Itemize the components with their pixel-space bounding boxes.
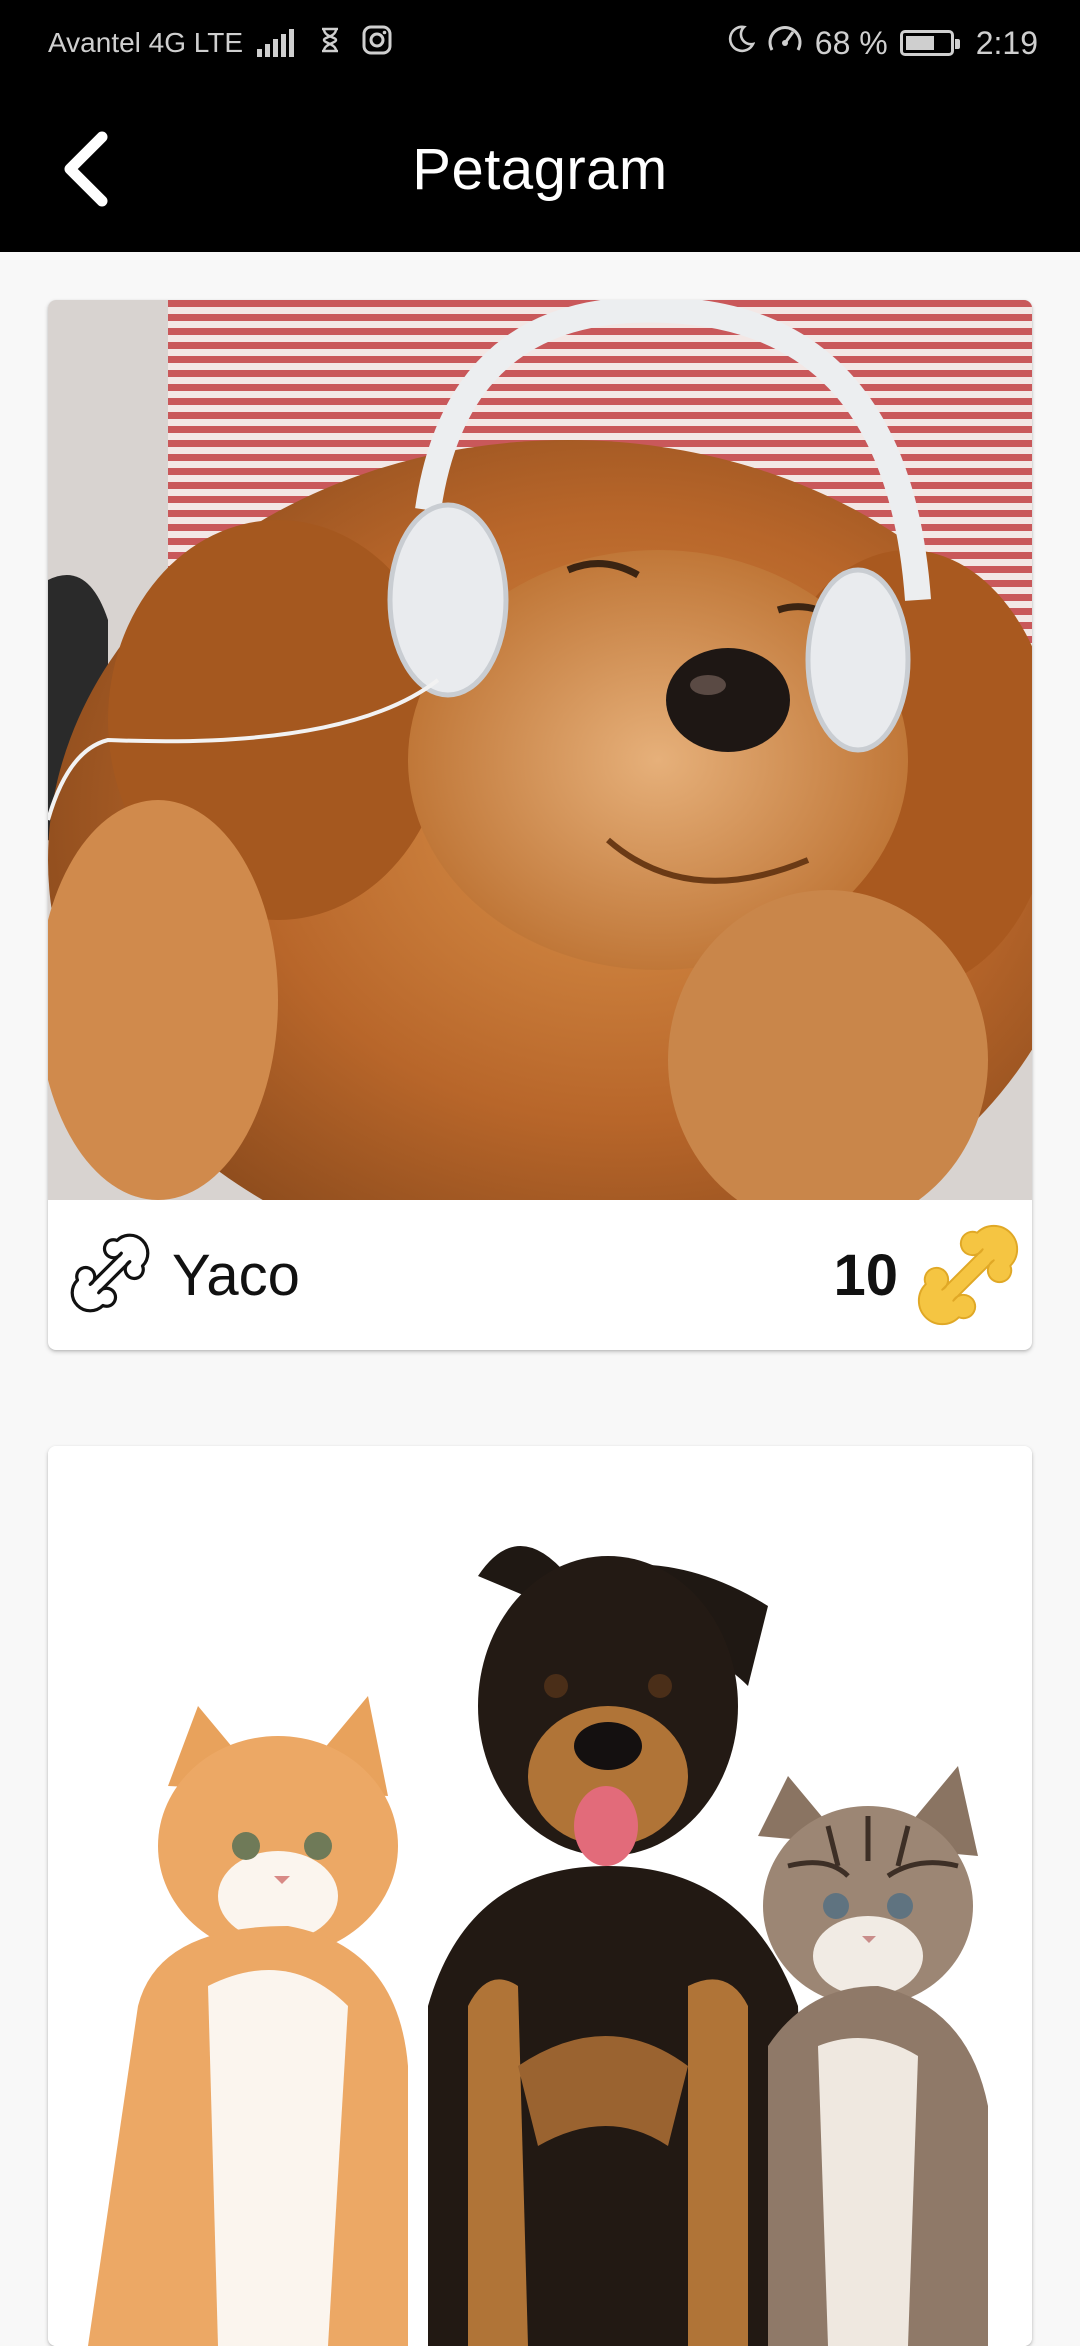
pet-card-footer: Yaco 10 xyxy=(48,1200,1032,1350)
hourglass-icon xyxy=(320,27,340,60)
instagram-icon xyxy=(362,25,392,62)
speedometer-icon xyxy=(767,23,803,63)
app-bar: Petagram xyxy=(0,86,1080,252)
moon-icon xyxy=(725,24,756,62)
pet-card: Yaco 10 xyxy=(48,300,1032,1350)
pet-card xyxy=(48,1446,1032,2346)
bone-outline-icon xyxy=(70,1233,150,1318)
like-count: 10 xyxy=(833,1242,898,1308)
pet-photo xyxy=(48,300,1032,1200)
app-title: Petagram xyxy=(412,136,668,202)
like-button[interactable] xyxy=(916,1223,1020,1327)
status-bar-right: 68 % 2:19 xyxy=(725,23,1038,63)
battery-icon xyxy=(899,30,960,56)
carrier-label: Avantel 4G LTE xyxy=(48,27,244,58)
status-bar: Avantel 4G LTE 68 % 2:19 xyxy=(0,0,1080,86)
signal-icon xyxy=(257,29,295,57)
pet-name: Yaco xyxy=(172,1242,300,1308)
pet-info: Yaco xyxy=(70,1233,300,1318)
status-bar-left: Avantel 4G LTE xyxy=(48,25,392,62)
clock: 2:19 xyxy=(975,24,1038,61)
pet-likes: 10 xyxy=(833,1223,1020,1327)
bone-filled-icon xyxy=(917,1224,1019,1326)
pet-photo xyxy=(48,1446,1032,2346)
battery-percent: 68 % xyxy=(814,24,888,61)
